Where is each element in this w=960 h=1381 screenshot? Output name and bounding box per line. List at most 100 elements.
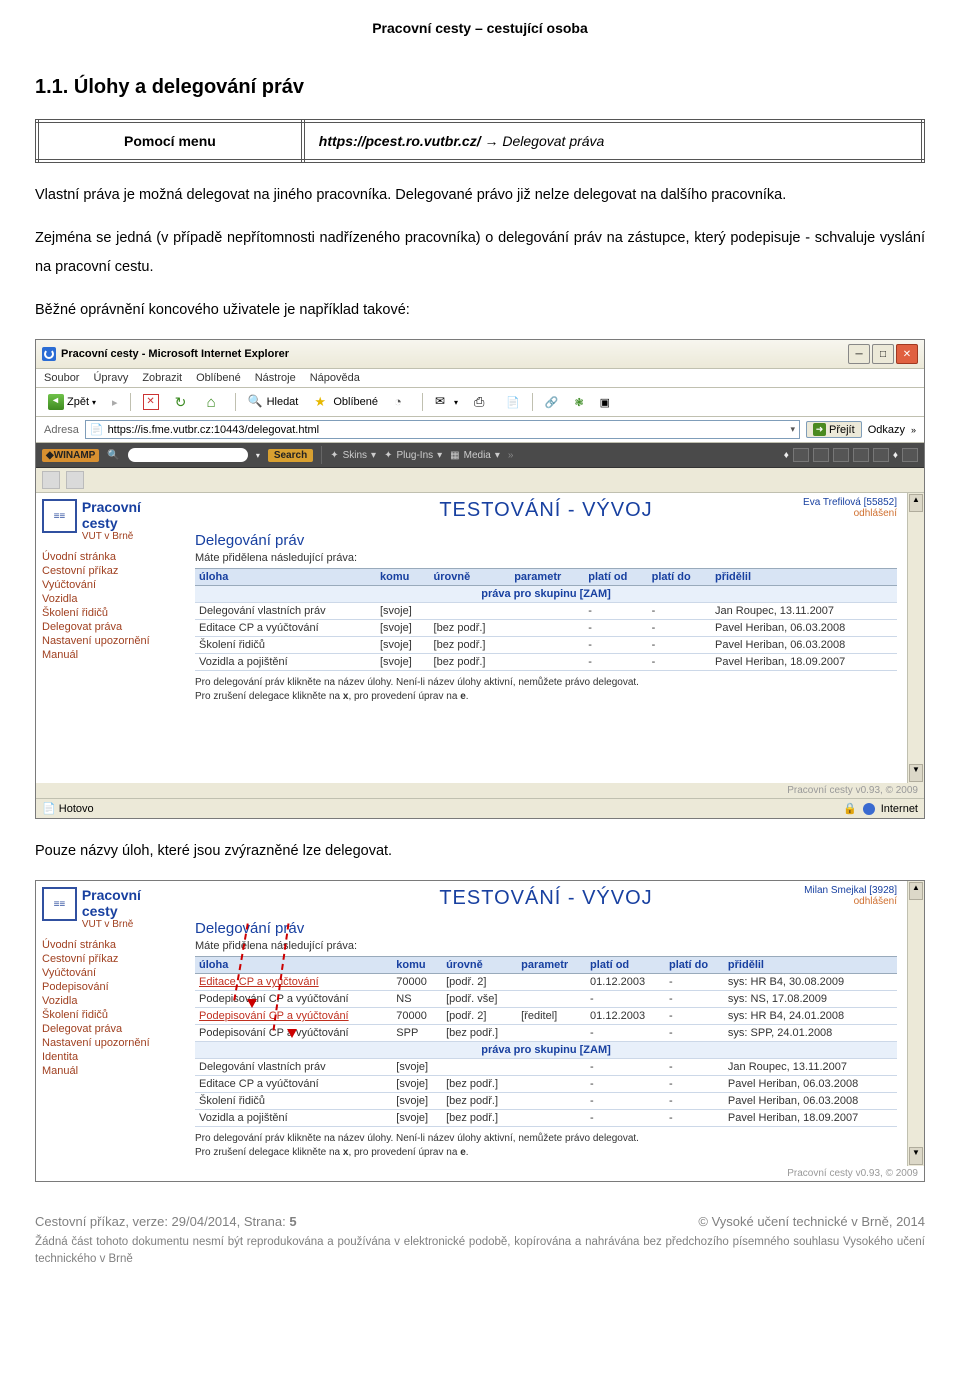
table-row: Podepisování CP a vyúčtováníSPP[bez podř… — [195, 1025, 897, 1042]
role-link[interactable]: Editace CP a vyúčtování — [199, 976, 319, 988]
home-button[interactable] — [203, 392, 227, 412]
nav-item[interactable]: Úvodní stránka — [42, 938, 177, 952]
nav-item[interactable]: Nastavení upozornění — [42, 1036, 177, 1050]
winamp-plugins[interactable]: ✦ Plug-Ins ▾ — [384, 450, 442, 461]
scroll-down-icon[interactable]: ▼ — [909, 764, 923, 782]
table-cell: Editace CP a vyúčtování — [195, 620, 376, 637]
minimize-button[interactable]: ─ — [848, 344, 870, 364]
table-cell: [svoje] — [392, 1059, 442, 1076]
back-button[interactable]: Zpět▾ — [44, 392, 100, 412]
table-row: Delegování vlastních práv[svoje]--Jan Ro… — [195, 1059, 897, 1076]
links-label[interactable]: Odkazy — [868, 424, 905, 436]
player-play-button[interactable] — [813, 448, 829, 462]
table-row: Podepisování CP a vyúčtováníNS[podř. vše… — [195, 991, 897, 1008]
nav-item[interactable]: Vozidla — [42, 592, 177, 606]
close-button[interactable]: ✕ — [896, 344, 918, 364]
nav-item[interactable]: Vozidla — [42, 994, 177, 1008]
table-header: komu — [376, 569, 430, 586]
player-next-button[interactable] — [873, 448, 889, 462]
table-cell[interactable]: Editace CP a vyúčtování — [195, 974, 392, 991]
dropdown-icon[interactable]: ▾ — [790, 424, 795, 435]
nav-item[interactable]: Delegovat práva — [42, 1022, 177, 1036]
table-cell: [bez podř.] — [442, 1093, 517, 1110]
table-cell: SPP — [392, 1025, 442, 1042]
menu-label: Pomocí menu — [37, 121, 303, 161]
scroll-up-icon[interactable]: ▲ — [909, 494, 923, 512]
winamp-logo[interactable]: ◆WINAMP — [42, 449, 99, 462]
player-button[interactable] — [902, 448, 918, 462]
nav-item[interactable]: Vyúčtování — [42, 578, 177, 592]
tool-icon[interactable]: ❃ — [570, 394, 587, 411]
rights-table: úlohakomuúrovněparametrplatí odplatí dop… — [195, 956, 897, 1127]
address-input[interactable]: 📄 https://is.fme.vutbr.cz:10443/delegova… — [85, 420, 800, 439]
nav-item[interactable]: Úvodní stránka — [42, 550, 177, 564]
tool-icon[interactable] — [66, 471, 84, 489]
tool-icon[interactable] — [42, 471, 60, 489]
scrollbar[interactable]: ▲ ▼ — [907, 881, 924, 1166]
scrollbar[interactable]: ▲ ▼ — [907, 493, 924, 783]
winamp-search-button[interactable]: Search — [268, 449, 313, 462]
table-cell: Školení řidičů — [195, 1093, 392, 1110]
paragraph: Běžné oprávnění koncového uživatele je n… — [35, 296, 925, 325]
menu-item[interactable]: Nástroje — [255, 372, 296, 384]
table-cell: Školení řidičů — [195, 637, 376, 654]
print-button[interactable] — [470, 392, 494, 412]
tool-icon[interactable]: 📄 — [502, 394, 524, 411]
rights-table: úlohakomuúrovněparametrplatí odplatí dop… — [195, 568, 897, 671]
table-cell: - — [665, 974, 724, 991]
table-cell[interactable]: Podepisování CP a vyúčtování — [195, 1008, 392, 1025]
scroll-down-icon[interactable]: ▼ — [909, 1147, 923, 1165]
table-cell: Pavel Heriban, 06.03.2008 — [724, 1093, 897, 1110]
menu-item[interactable]: Nápověda — [310, 372, 360, 384]
logout-link[interactable]: odhlášení — [803, 508, 897, 519]
search-button[interactable]: Hledat — [244, 392, 303, 412]
player-stop-button[interactable] — [853, 448, 869, 462]
nav-item[interactable]: Delegovat práva — [42, 620, 177, 634]
table-row: Vozidla a pojištění[svoje][bez podř.]--P… — [195, 1110, 897, 1127]
favorites-button[interactable]: Oblíbené — [310, 392, 382, 412]
nav-item[interactable]: Podepisování — [42, 980, 177, 994]
status-bar: 📄 Hotovo 🔒 Internet — [36, 798, 924, 818]
nav-item[interactable]: Školení řidičů — [42, 1008, 177, 1022]
maximize-button[interactable]: □ — [872, 344, 894, 364]
page-banner: TESTOVÁNÍ - VÝVOJ — [195, 499, 897, 522]
table-cell: - — [584, 603, 647, 620]
nav-item[interactable]: Manuál — [42, 648, 177, 662]
menu-item[interactable]: Soubor — [44, 372, 79, 384]
nav-item[interactable]: Nastavení upozornění — [42, 634, 177, 648]
table-cell: NS — [392, 991, 442, 1008]
player-pause-button[interactable] — [833, 448, 849, 462]
paragraph: Pouze názvy úloh, které jsou zvýrazněné … — [35, 837, 925, 866]
app-logo: ≡≡ — [42, 887, 77, 921]
table-header: parametr — [517, 957, 586, 974]
nav-item[interactable]: Školení řidičů — [42, 606, 177, 620]
player-button[interactable]: ♦ — [784, 450, 789, 461]
winamp-search-input[interactable] — [128, 448, 248, 462]
stop-button[interactable]: ✕ — [139, 392, 163, 412]
table-cell: [svoje] — [392, 1110, 442, 1127]
history-button[interactable] — [390, 392, 414, 412]
table-cell: [bez podř.] — [430, 620, 511, 637]
nav-item[interactable]: Vyúčtování — [42, 966, 177, 980]
forward-button[interactable]: ▸ — [108, 394, 122, 411]
nav-item[interactable]: Identita — [42, 1050, 177, 1064]
winamp-skins[interactable]: ✦ Skins ▾ — [330, 450, 376, 461]
tool-icon[interactable]: ▣ — [596, 394, 614, 411]
nav-item[interactable]: Cestovní příkaz — [42, 564, 177, 578]
logout-link[interactable]: odhlášení — [804, 896, 897, 907]
menu-item[interactable]: Zobrazit — [142, 372, 182, 384]
menu-item[interactable]: Úpravy — [93, 372, 128, 384]
player-button[interactable]: ♦ — [893, 450, 898, 461]
menu-item[interactable]: Oblíbené — [196, 372, 241, 384]
screenshot-app-window: ≡≡ Pracovní cesty VUT v Brně Úvodní strá… — [35, 880, 925, 1182]
player-prev-button[interactable] — [793, 448, 809, 462]
nav-item[interactable]: Cestovní příkaz — [42, 952, 177, 966]
intro-text: Máte přidělena následující práva: — [195, 940, 897, 952]
refresh-button[interactable] — [171, 392, 195, 412]
nav-item[interactable]: Manuál — [42, 1064, 177, 1078]
scroll-up-icon[interactable]: ▲ — [909, 882, 923, 900]
mail-button[interactable]: ▾ — [431, 392, 462, 412]
winamp-media[interactable]: ▦ Media ▾ — [450, 450, 500, 461]
go-button[interactable]: ➜Přejít — [806, 421, 862, 438]
tool-icon[interactable]: 🔗 — [541, 394, 563, 411]
